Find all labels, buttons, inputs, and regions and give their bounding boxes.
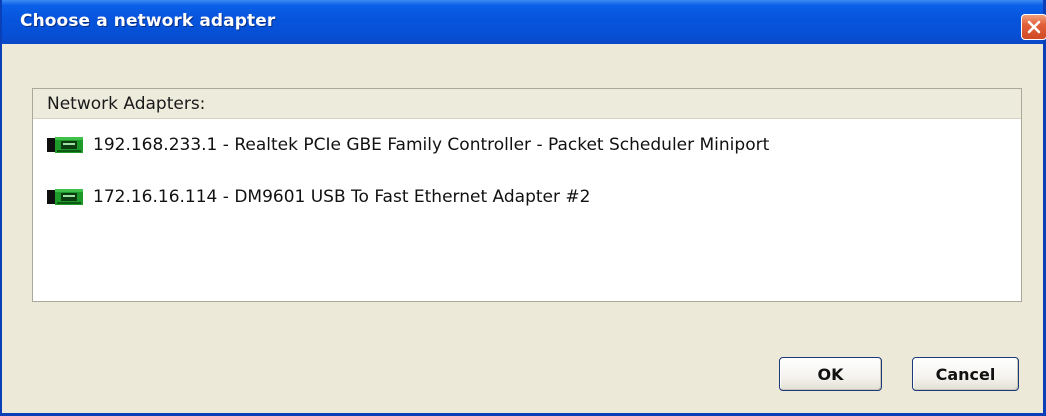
- adapter-label: 192.168.233.1 - Realtek PCIe GBE Family …: [93, 135, 770, 155]
- network-card-icon: [47, 137, 83, 153]
- list-header: Network Adapters:: [33, 89, 1021, 119]
- adapter-item-dm9601[interactable]: 172.16.16.114 - DM9601 USB To Fast Ether…: [47, 185, 590, 209]
- dialog-window: Choose a network adapter Network Adapter…: [0, 0, 1046, 416]
- close-button[interactable]: [1021, 14, 1046, 40]
- adapter-item-realtek[interactable]: 192.168.233.1 - Realtek PCIe GBE Family …: [47, 133, 769, 157]
- close-icon: [1027, 20, 1041, 34]
- title-bar[interactable]: Choose a network adapter: [2, 0, 1046, 44]
- window-title: Choose a network adapter: [20, 11, 276, 31]
- ok-button[interactable]: OK: [779, 357, 882, 391]
- network-card-icon: [47, 189, 83, 205]
- adapter-label: 172.16.16.114 - DM9601 USB To Fast Ether…: [93, 187, 591, 207]
- cancel-button[interactable]: Cancel: [912, 357, 1019, 391]
- network-adapters-list[interactable]: Network Adapters: 192.168.233.1 - Realte…: [32, 88, 1022, 302]
